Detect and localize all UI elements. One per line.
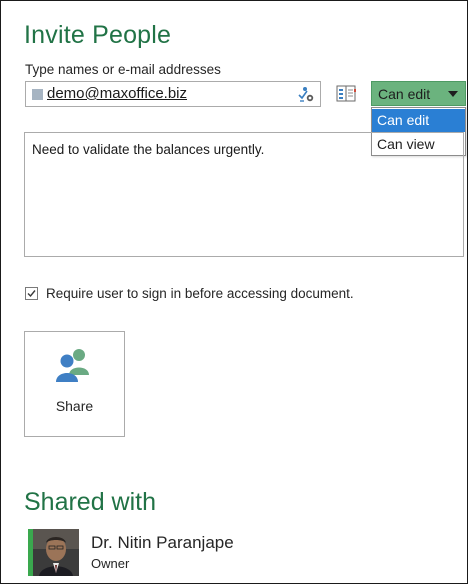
address-book-icon <box>335 85 357 109</box>
page-title: Invite People <box>24 21 172 49</box>
invite-people-pane: Invite People Type names or e-mail addre… <box>0 0 468 584</box>
shared-with-title: Shared with <box>24 488 157 516</box>
names-field-label: Type names or e-mail addresses <box>25 62 221 77</box>
chevron-down-icon <box>448 91 458 97</box>
checkbox-check-icon <box>27 290 36 298</box>
people-share-icon <box>54 347 94 383</box>
share-button-label: Share <box>55 398 94 414</box>
require-signin-checkbox[interactable] <box>25 287 38 300</box>
shared-person-name: Dr. Nitin Paranjape <box>91 533 234 552</box>
shared-person-row[interactable] <box>28 529 79 576</box>
names-input[interactable]: demo@maxoffice.biz <box>25 81 321 107</box>
require-signin-label: Require user to sign in before accessing… <box>46 286 354 301</box>
permission-dropdown[interactable]: Can edit <box>371 81 466 106</box>
address-book-button[interactable] <box>335 83 357 105</box>
recipient-chip[interactable]: demo@maxoffice.biz <box>47 85 188 102</box>
shared-person-role: Owner <box>91 556 130 571</box>
recipient-presence-icon <box>32 89 43 100</box>
permission-option-can-edit[interactable]: Can edit <box>372 109 465 132</box>
check-names-icon[interactable] <box>296 85 316 105</box>
share-button[interactable]: Share <box>24 331 125 437</box>
message-textarea[interactable]: Need to validate the balances urgently. <box>24 132 464 257</box>
avatar <box>33 529 79 576</box>
permission-selected-value: Can edit <box>378 86 431 102</box>
